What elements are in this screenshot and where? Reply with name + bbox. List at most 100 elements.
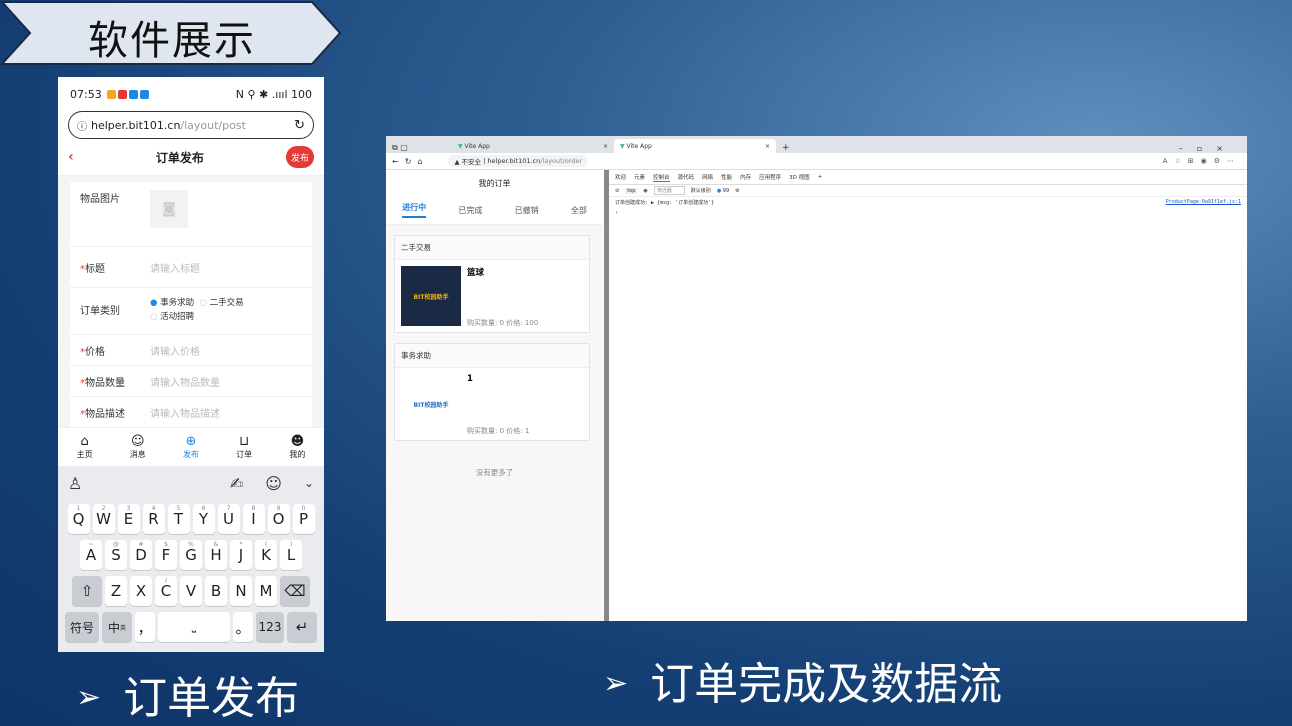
key-label: S <box>111 546 121 564</box>
key-p[interactable]: 0P <box>292 504 315 534</box>
tab-home[interactable]: ⌂ 主页 <box>77 434 93 460</box>
keyboard-settings-icon[interactable]: ♙ <box>68 474 82 493</box>
card-info: 购买数量: 0 价格: 100 <box>467 319 539 327</box>
new-tab-icon[interactable]: + <box>782 143 790 153</box>
key-l[interactable]: ) L <box>280 540 302 570</box>
language-key[interactable]: 中英 <box>102 612 132 642</box>
key-u[interactable]: 7U <box>217 504 240 534</box>
key-label: E <box>123 510 134 528</box>
key-v[interactable]: V <box>180 576 202 606</box>
handwrite-icon[interactable]: ✍ <box>230 474 243 493</box>
price-input[interactable]: 请输入价格 <box>150 343 200 358</box>
key-e[interactable]: 3E <box>117 504 140 534</box>
collapse-keyboard-icon[interactable]: ⌄ <box>304 476 314 490</box>
comma-key[interactable]: ， <box>135 612 155 642</box>
key-n[interactable]: N <box>230 576 252 606</box>
window-controls[interactable]: –▫× <box>1179 144 1237 153</box>
devtools-tab[interactable]: 内存 <box>740 173 751 181</box>
settings-icon[interactable]: ⚙ <box>735 188 739 194</box>
space-key[interactable]: ⎵ <box>158 612 230 642</box>
close-icon[interactable]: × <box>603 143 608 150</box>
key-c[interactable]: / C <box>155 576 177 606</box>
toolbar-icons[interactable]: A☆⊞◉⚙⋯ <box>1163 157 1241 165</box>
tab-profile[interactable]: ☻ 我的 <box>289 434 305 460</box>
log-source-link[interactable]: ProductPage-0a91f1ef.js:1 <box>1166 199 1241 206</box>
publish-button[interactable]: 发布 <box>285 146 314 168</box>
devtools-tab[interactable]: + <box>818 174 823 180</box>
tab-publish[interactable]: ⊕ 发布 <box>183 434 199 460</box>
tab-cancelled[interactable]: 已撤销 <box>515 205 539 216</box>
eye-icon[interactable]: ◉ <box>643 188 647 194</box>
key-a[interactable]: ~ A <box>80 540 102 570</box>
url-bar[interactable]: ⓘ helper.bit101.cn/layout/post ↻ <box>68 111 314 139</box>
tab-messages[interactable]: ☺ 消息 <box>130 434 146 460</box>
shift-key[interactable]: ⇧ <box>72 576 102 606</box>
key-r[interactable]: 4R <box>142 504 165 534</box>
devtools-tab[interactable]: 网络 <box>702 173 713 181</box>
radio-option[interactable]: ● 事务求助 <box>150 298 194 308</box>
key-j[interactable]: * J <box>230 540 252 570</box>
devtools-tab[interactable]: 欢迎 <box>615 173 626 181</box>
image-upload[interactable]: ◙ <box>150 190 188 228</box>
devtools-tab[interactable]: 控制台 <box>653 173 670 182</box>
tab-all[interactable]: 全部 <box>571 205 587 216</box>
key-y[interactable]: 6Y <box>192 504 215 534</box>
order-card[interactable]: 事务求助 BIT校园助手 1 购买数量: 0 价格: 1 <box>394 343 590 441</box>
key-k[interactable]: (K <box>255 540 277 570</box>
description-input[interactable]: 请输入物品描述 <box>150 405 220 420</box>
key-label: H <box>210 546 222 564</box>
devtools-tab[interactable]: 元素 <box>634 173 645 181</box>
issues-badge[interactable]: ● 99 <box>717 188 729 194</box>
quantity-input[interactable]: 请输入物品数量 <box>150 374 220 389</box>
period-key[interactable]: 。 <box>233 612 253 642</box>
browser-tab-active[interactable]: ▼ Vite App × <box>614 139 776 153</box>
key-w[interactable]: 2W <box>92 504 115 534</box>
tab-label: 我的 <box>289 450 306 459</box>
key-m[interactable]: M <box>255 576 277 606</box>
emoji-icon[interactable]: ☺ <box>265 474 282 493</box>
key-t[interactable]: 5T <box>167 504 190 534</box>
tab-in-progress[interactable]: 进行中 <box>402 202 427 218</box>
key-q[interactable]: 1Q <box>67 504 90 534</box>
devtools-tab[interactable]: 3D 视图 <box>789 173 809 181</box>
key-s[interactable]: @ S <box>105 540 127 570</box>
page-header: ‹ 订单发布 发布 <box>58 139 324 176</box>
key-f[interactable]: $ F <box>155 540 177 570</box>
title-input[interactable]: 请输入标题 <box>150 260 200 275</box>
key-g[interactable]: % G <box>180 540 202 570</box>
symbols-key[interactable]: 符号 <box>65 612 99 642</box>
order-card[interactable]: 二手交易 BIT校园助手 篮球 购买数量: 0 价格: 100 <box>394 235 590 333</box>
clear-console-icon[interactable]: ⊘ <box>615 188 619 194</box>
numbers-key[interactable]: 123 <box>256 612 284 642</box>
backspace-key[interactable]: ⌫ <box>280 576 310 606</box>
key-x[interactable]: X <box>130 576 152 606</box>
key-z[interactable]: Z <box>105 576 127 606</box>
close-icon[interactable]: × <box>765 143 770 150</box>
filter-input[interactable]: 筛选器 <box>653 186 685 195</box>
radio-option[interactable]: ○ 二手交易 <box>200 298 244 308</box>
tab-orders[interactable]: ⊔ 订单 <box>236 434 252 460</box>
key-d[interactable]: # D <box>130 540 152 570</box>
caption-text: 订单完成及数据流 <box>650 659 1003 710</box>
devtools-tab[interactable]: 源代码 <box>678 173 695 181</box>
key-i[interactable]: 8I <box>242 504 265 534</box>
radio-option[interactable]: ○ 活动招聘 <box>150 312 194 322</box>
radio-label: 活动招聘 <box>160 312 195 322</box>
context-select[interactable]: top <box>625 187 638 194</box>
back-icon[interactable]: ‹ <box>68 149 74 165</box>
devtools-tab[interactable]: 应用程序 <box>759 173 781 181</box>
key-h[interactable]: & H <box>205 540 227 570</box>
key-o[interactable]: 9O <box>267 504 290 534</box>
console-prompt[interactable]: › <box>609 208 1247 218</box>
key-b[interactable]: B <box>205 576 227 606</box>
key-sub-label: 8 <box>251 505 256 512</box>
url-field[interactable]: ▲ 不安全 | helper.bit101.cn/layout/order <box>448 155 589 167</box>
devtools-tab[interactable]: 性能 <box>721 173 732 181</box>
tab-completed[interactable]: 已完成 <box>458 205 482 216</box>
reload-icon[interactable]: ↻ <box>294 118 305 133</box>
browser-tab[interactable]: ▼ Vite App × <box>452 139 614 153</box>
level-select[interactable]: 默认级别 <box>691 187 711 194</box>
radio-label: 事务求助 <box>160 298 195 308</box>
enter-key[interactable]: ↵ <box>287 612 317 642</box>
nav-icons[interactable]: ←↻⌂ <box>392 157 428 166</box>
